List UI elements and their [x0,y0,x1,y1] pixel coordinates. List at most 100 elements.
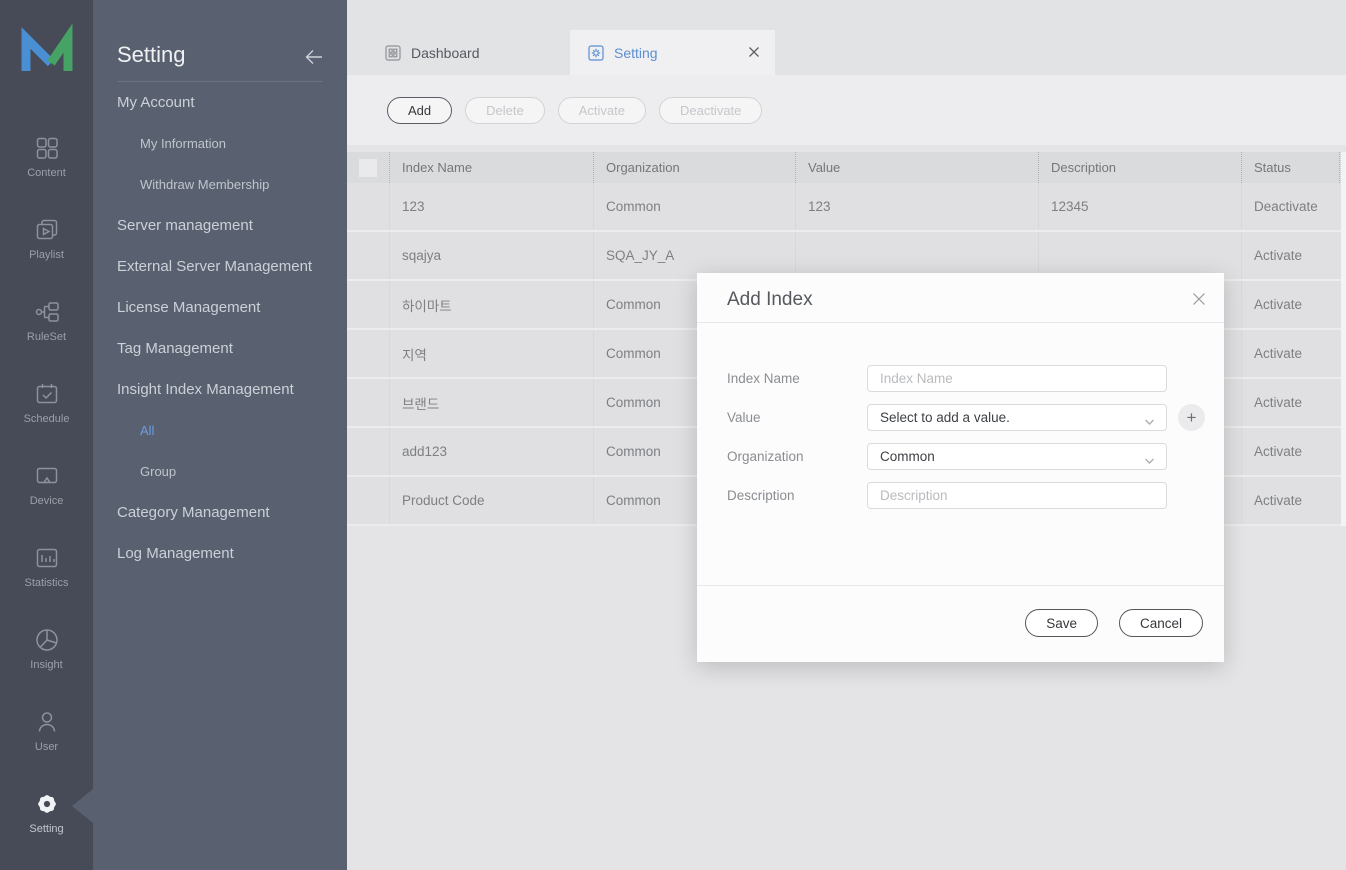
rail-item-ruleset[interactable]: RuleSet [0,286,93,368]
value-select[interactable]: Select to add a value. [867,404,1167,431]
field-row-index-name: Index Name [697,365,1224,392]
cell-index-name: add123 [389,428,593,475]
rail-label: Playlist [29,249,64,261]
rail-label: Insight [30,659,62,671]
tab-label: Dashboard [411,45,480,61]
sidebar-menu-item[interactable]: Category Management [93,492,347,533]
save-button[interactable]: Save [1025,609,1098,637]
magicinfo-logo[interactable] [18,24,76,76]
dialog-footer: Save Cancel [1025,609,1203,637]
sidebar-menu-item[interactable]: External Server Management [93,246,347,287]
back-arrow-icon[interactable] [303,46,325,68]
cell-index-name: sqajya [389,232,593,279]
toolbar-button[interactable]: Delete [465,97,545,124]
rail-label: Schedule [24,413,70,425]
description-label: Description [727,482,795,509]
value-label: Value [727,404,761,431]
organization-select-text: Common [880,449,935,464]
add-value-button[interactable]: + [1178,404,1205,431]
user-person-icon [33,708,61,736]
tab-dashboard[interactable]: Dashboard [370,30,570,75]
dialog-title: Add Index [727,289,813,311]
rail-label: Content [27,167,66,179]
sidebar-menu-item[interactable]: Withdraw Membership [93,164,347,205]
row-checkbox-cell [347,281,389,328]
field-row-organization: Organization Common [697,443,1224,470]
magicinfo-app: Content Playlist RuleSet Schedule [0,0,1346,870]
rail-item-device[interactable]: Device [0,450,93,532]
row-checkbox-cell [347,428,389,475]
rail-items: Content Playlist RuleSet Schedule [0,122,93,860]
sidebar-menu-item[interactable]: Tag Management [93,328,347,369]
sidebar-menu-item[interactable]: My Information [93,123,347,164]
statistics-chart-icon [33,544,61,572]
toolbar-button[interactable]: Add [387,97,452,124]
row-checkbox-cell [347,232,389,279]
toolbar-button[interactable]: Deactivate [659,97,762,124]
setting-tab-gear-icon [588,45,604,61]
sidebar-menu-item[interactable]: Group [93,451,347,492]
cancel-button[interactable]: Cancel [1119,609,1203,637]
description-input[interactable] [867,482,1167,509]
ruleset-icon [33,298,61,326]
column-index-name[interactable]: Index Name [389,152,593,183]
sidebar-menu-item[interactable]: All [93,410,347,451]
index-name-input[interactable] [867,365,1167,392]
field-row-value: Value Select to add a value. + [697,404,1224,431]
cell-status: Deactivate [1241,183,1340,230]
table-row[interactable]: 123 Common 123 12345 Deactivate [347,183,1346,232]
rail-item-playlist[interactable]: Playlist [0,204,93,286]
sidebar-menu-item[interactable]: Insight Index Management [93,369,347,410]
sidebar-menu-item[interactable]: Server management [93,205,347,246]
toolbar-button[interactable]: Activate [558,97,646,124]
header-checkbox-cell [347,152,389,183]
rail-item-content[interactable]: Content [0,122,93,204]
rail-item-insight[interactable]: Insight [0,614,93,696]
row-checkbox-cell [347,183,389,230]
cell-status: Activate [1241,232,1340,279]
sidebar-menu-item[interactable]: License Management [93,287,347,328]
cell-value: 123 [795,183,1038,230]
active-panel-notch [72,789,93,823]
rail-label: Setting [29,823,63,835]
rail-item-schedule[interactable]: Schedule [0,368,93,450]
cell-index-name: 브랜드 [389,379,593,426]
tab-bar: Dashboard Setting [347,0,1346,75]
close-icon[interactable] [746,44,762,60]
cell-index-name: 지역 [389,330,593,377]
toolbar: Add Delete Activate Deactivate [347,75,1346,145]
device-monitor-icon [33,462,61,490]
dialog-header-divider [697,322,1224,323]
column-status[interactable]: Status [1241,152,1340,183]
setting-sidebar: Setting My AccountMy InformationWithdraw… [93,0,347,870]
row-checkbox-cell [347,379,389,426]
column-organization[interactable]: Organization [593,152,795,183]
rail-item-user[interactable]: User [0,696,93,778]
index-name-label: Index Name [727,365,800,392]
organization-select[interactable]: Common [867,443,1167,470]
insight-pie-icon [33,626,61,654]
tab-setting[interactable]: Setting [570,30,775,75]
cell-index-name: Product Code [389,477,593,524]
vertical-scrollbar[interactable] [1341,152,1346,526]
chevron-down-icon [1144,414,1155,422]
column-description[interactable]: Description [1038,152,1241,183]
row-checkbox-cell [347,477,389,524]
sidebar-menu-item[interactable]: Log Management [93,533,347,574]
cell-index-name: 123 [389,183,593,230]
close-icon[interactable] [1191,291,1207,307]
sidebar-title: Setting [117,42,186,68]
field-row-description: Description [697,482,1224,509]
select-all-checkbox[interactable] [359,159,377,177]
chevron-down-icon [1144,453,1155,461]
rail-label: User [35,741,58,753]
column-value[interactable]: Value [795,152,1038,183]
rail-item-statistics[interactable]: Statistics [0,532,93,614]
sidebar-menu-item[interactable]: My Account [93,82,347,123]
cell-value [795,232,1038,279]
cell-description [1038,232,1241,279]
organization-label: Organization [727,443,804,470]
cell-status: Activate [1241,281,1340,328]
icon-rail: Content Playlist RuleSet Schedule [0,0,93,870]
tab-label: Setting [614,45,658,61]
